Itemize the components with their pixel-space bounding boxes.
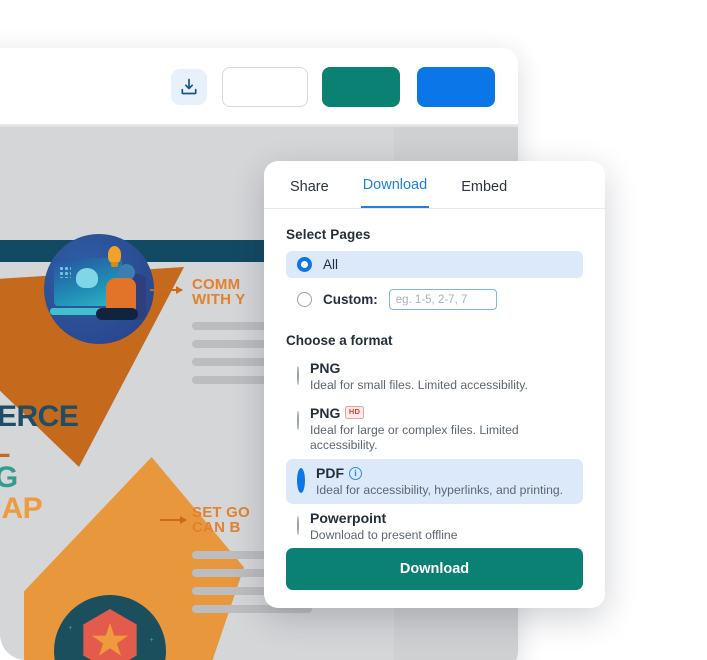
choose-format-title: Choose a format bbox=[286, 333, 393, 348]
toolbar-secondary-button[interactable] bbox=[417, 67, 495, 107]
radio-pdf-icon[interactable] bbox=[297, 468, 305, 494]
app-toolbar bbox=[0, 48, 518, 127]
format-option-png[interactable]: PNG Ideal for small files. Limited acces… bbox=[286, 354, 583, 399]
title-line-3: TING bbox=[0, 461, 18, 495]
format-option-png-hd[interactable]: PNG HD Ideal for large or complex files.… bbox=[286, 399, 583, 459]
format-png-label: PNG bbox=[310, 360, 341, 376]
radio-powerpoint-icon[interactable] bbox=[297, 516, 299, 536]
radio-png-icon[interactable] bbox=[297, 366, 299, 385]
page-option-all[interactable]: All bbox=[286, 251, 583, 278]
radio-custom-icon[interactable] bbox=[297, 292, 312, 307]
title-line-4: D MAP bbox=[0, 491, 43, 525]
sparkle-icon bbox=[68, 625, 73, 630]
toolbar-text-field[interactable] bbox=[222, 67, 308, 107]
page-option-all-label: All bbox=[323, 257, 339, 272]
title-line-1: MMERCE bbox=[0, 400, 79, 433]
format-png-hd-desc: Ideal for large or complex files. Limite… bbox=[310, 422, 519, 453]
page-option-custom[interactable]: Custom: bbox=[286, 286, 583, 313]
radio-all-icon[interactable] bbox=[297, 257, 312, 272]
person-legs-shape bbox=[96, 308, 138, 320]
callout-1-line-2: WITH Y bbox=[192, 291, 246, 308]
illustration-person-computer bbox=[44, 234, 154, 344]
format-pdf-label: PDF bbox=[316, 465, 344, 482]
hd-badge: HD bbox=[345, 406, 364, 419]
format-pdf-desc: Ideal for accessibility, hyperlinks, and… bbox=[316, 483, 564, 498]
download-tray-icon bbox=[179, 77, 199, 97]
download-button[interactable] bbox=[171, 69, 207, 105]
radio-png-hd-icon[interactable] bbox=[297, 411, 299, 431]
format-powerpoint-desc: Download to present offline bbox=[310, 528, 458, 543]
lightbulb-icon bbox=[108, 246, 121, 267]
toolbar-primary-button[interactable] bbox=[322, 67, 400, 107]
infographic-title: MMERCE OAL TING D MAP bbox=[0, 400, 79, 525]
format-png-hd-label: PNG bbox=[310, 405, 341, 422]
arrow-icon bbox=[150, 286, 183, 294]
format-option-powerpoint[interactable]: Powerpoint Download to present offline bbox=[286, 504, 583, 549]
tab-share[interactable]: Share bbox=[288, 179, 331, 208]
dialog-tabs: Share Download Embed bbox=[264, 161, 605, 209]
select-pages-title: Select Pages bbox=[286, 227, 371, 242]
page-card: MMERCE OAL TING D MAP COMM WITH Y bbox=[0, 0, 707, 660]
callout-2-line-2: CAN B bbox=[192, 519, 241, 536]
format-png-desc: Ideal for small files. Limited accessibi… bbox=[310, 377, 528, 392]
custom-pages-input[interactable] bbox=[388, 289, 497, 310]
format-option-pdf[interactable]: PDF i Ideal for accessibility, hyperlink… bbox=[286, 459, 583, 505]
tab-download[interactable]: Download bbox=[360, 177, 430, 208]
title-line-2: OAL bbox=[0, 430, 10, 464]
tab-embed[interactable]: Embed bbox=[459, 179, 509, 208]
page-option-custom-label: Custom: bbox=[323, 292, 378, 307]
dialog-body: Select Pages All Custom: Choose a format bbox=[264, 209, 605, 549]
screen-dots-icon bbox=[59, 266, 71, 278]
info-icon[interactable]: i bbox=[349, 467, 362, 481]
sparkle-icon bbox=[149, 637, 154, 642]
format-powerpoint-label: Powerpoint bbox=[310, 510, 387, 527]
arrow-icon bbox=[160, 516, 187, 524]
download-dialog: Share Download Embed Select Pages All Cu… bbox=[264, 161, 605, 608]
screenshot-root: MMERCE OAL TING D MAP COMM WITH Y bbox=[0, 0, 707, 660]
download-submit-button[interactable]: Download bbox=[286, 548, 583, 590]
